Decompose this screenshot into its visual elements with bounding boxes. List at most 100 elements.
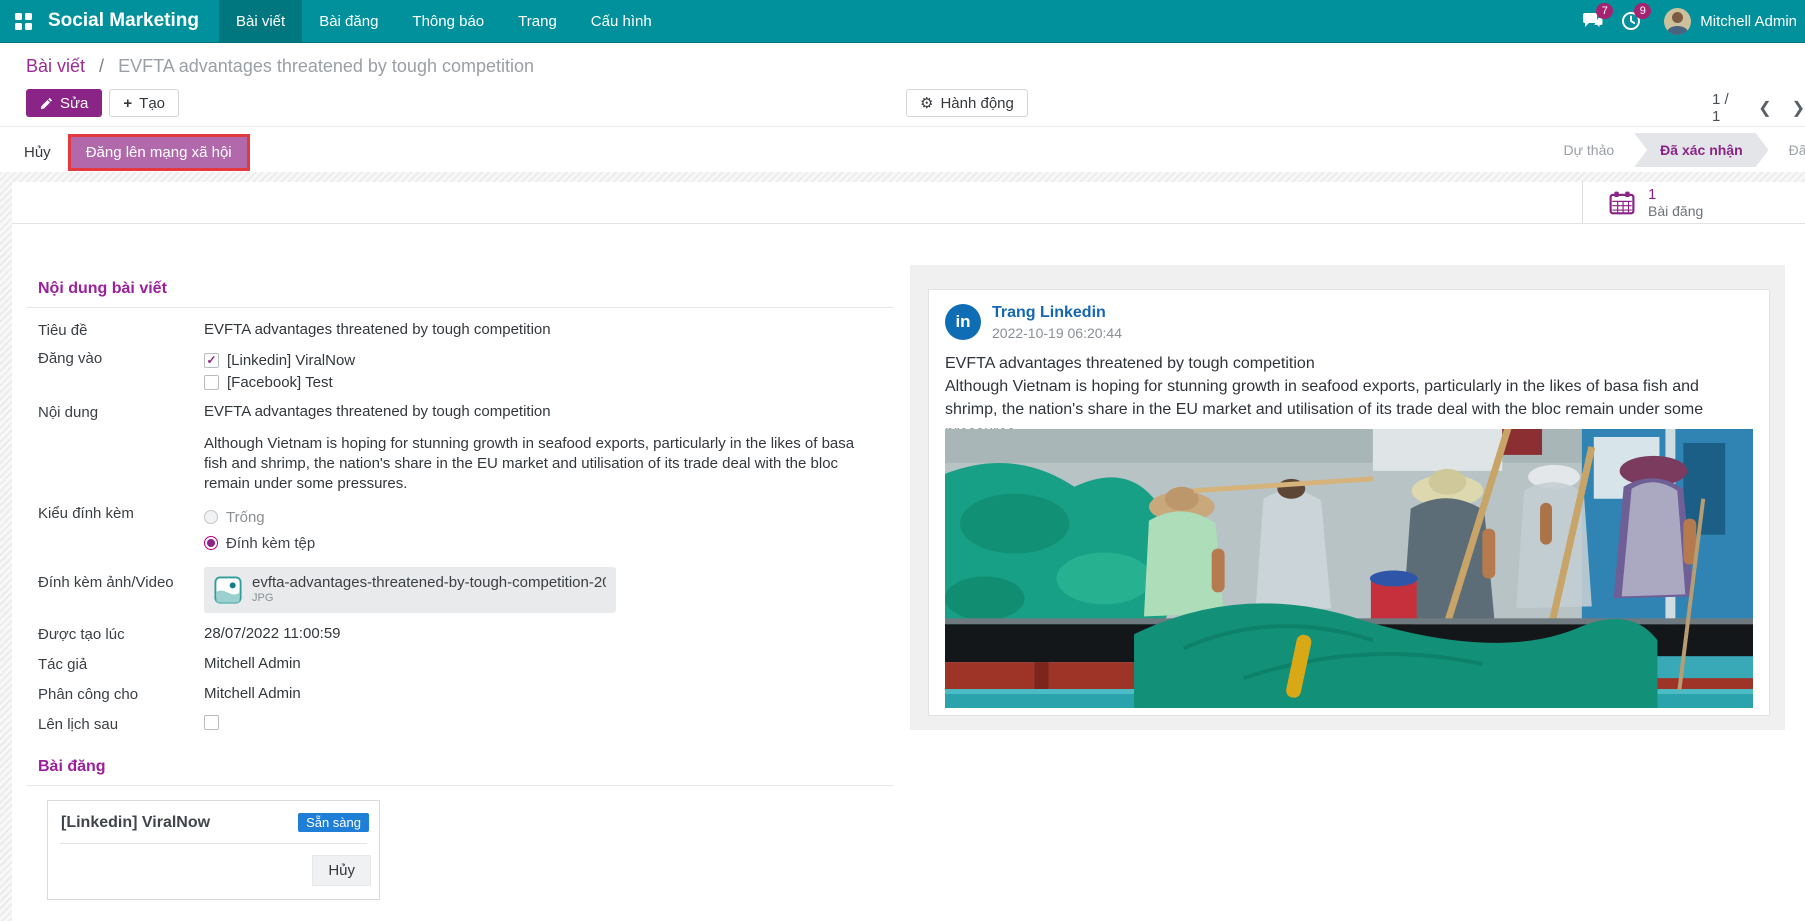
- control-panel: Bài viết / EVFTA advantages threatened b…: [0, 43, 1805, 126]
- plus-icon: +: [123, 95, 132, 112]
- field-content: Nội dung EVFTA advantages threatened by …: [38, 403, 894, 494]
- account-option-label: [Linkedin] ViralNow: [227, 352, 355, 369]
- form-background: 1 Bài đăng Nội dung bài viết Tiêu đề EVF…: [0, 172, 1805, 921]
- annotation-highlight: Đăng lên mạng xã hội: [68, 134, 250, 171]
- pager-value: 1 / 1: [1712, 91, 1738, 125]
- preview-message-line1: EVFTA advantages threatened by tough com…: [945, 352, 1753, 375]
- status-steps: Dự thảo Đã xác nhận Đã hủy: [1544, 133, 1805, 167]
- post-cancel-button[interactable]: Hủy: [312, 855, 371, 886]
- linkedin-icon: in: [945, 304, 981, 340]
- step-da-huy[interactable]: Đã hủy: [1769, 133, 1805, 167]
- account-option-facebook: [Facebook] Test: [204, 371, 355, 393]
- form-buttons: Sửa + Tạo: [26, 89, 179, 117]
- section-title-posts: Bài đăng: [26, 758, 894, 786]
- messages-icon[interactable]: 7: [1574, 0, 1612, 43]
- pager-previous-icon[interactable]: ❮: [1758, 98, 1771, 118]
- main-menu: Bài viết Bài đăng Thông báo Trang Cấu hì…: [219, 0, 669, 42]
- status-badge: Sẵn sàng: [298, 813, 369, 832]
- content-line1: EVFTA advantages threatened by tough com…: [204, 403, 876, 420]
- field-post-on: Đăng vào ✓ [Linkedin] ViralNow [Facebook…: [38, 349, 894, 393]
- schedule-later-checkbox[interactable]: [204, 715, 219, 730]
- step-da-xac-nhan[interactable]: Đã xác nhận: [1634, 133, 1768, 167]
- menu-bai-dang[interactable]: Bài đăng: [302, 0, 395, 42]
- edit-button[interactable]: Sửa: [26, 89, 102, 117]
- field-title-value: EVFTA advantages threatened by tough com…: [204, 321, 551, 339]
- pager-next-icon[interactable]: ❯: [1792, 98, 1805, 118]
- attach-type-option-label: Trống: [226, 509, 265, 526]
- field-attach-type: Kiểu đính kèm Trống Đính kèm tệp: [38, 504, 894, 556]
- image-file-icon: [214, 575, 242, 605]
- stat-label: Bài đăng: [1648, 203, 1703, 219]
- radio-selected[interactable]: [204, 536, 218, 550]
- linkedin-preview-card: in Trang Linkedin 2022-10-19 06:20:44 EV…: [928, 289, 1770, 716]
- assigned-to-link[interactable]: Mitchell Admin: [204, 685, 301, 703]
- checkbox-unchecked[interactable]: [204, 375, 219, 390]
- breadcrumb-parent[interactable]: Bài viết: [26, 56, 85, 76]
- field-created-on: Được tạo lúc 28/07/2022 11:00:59: [38, 625, 894, 643]
- attach-type-option-empty: Trống: [204, 504, 315, 530]
- menu-thong-bao[interactable]: Thông báo: [395, 0, 501, 42]
- preview-timestamp: 2022-10-19 06:20:44: [992, 325, 1122, 341]
- fishermen-photo-illustration: [945, 429, 1753, 708]
- navbar-right: 7 9 Mitchell Admin: [1574, 0, 1805, 42]
- field-created-on-value: 28/07/2022 11:00:59: [204, 625, 341, 643]
- activities-badge: 9: [1634, 3, 1651, 19]
- attach-type-option-file: Đính kèm tệp: [204, 530, 315, 556]
- content-line2: Although Vietnam is hoping for stunning …: [204, 434, 876, 494]
- post-image: [945, 429, 1753, 708]
- preview-header: in Trang Linkedin 2022-10-19 06:20:44: [945, 304, 1753, 341]
- activities-icon[interactable]: 9: [1612, 0, 1650, 43]
- statusbar-buttons: Hủy Đăng lên mạng xã hội: [10, 134, 250, 171]
- field-schedule-later-label: Lên lịch sau: [38, 715, 204, 734]
- field-content-label: Nội dung: [38, 403, 204, 494]
- action-menu-button[interactable]: ⚙ Hành động: [906, 89, 1028, 117]
- user-avatar: [1664, 8, 1691, 35]
- post-to-social-button[interactable]: Đăng lên mạng xã hội: [71, 137, 247, 168]
- cancel-button[interactable]: Hủy: [10, 137, 65, 168]
- apps-menu-icon[interactable]: [0, 0, 46, 42]
- menu-trang[interactable]: Trang: [501, 0, 574, 42]
- author-link[interactable]: Mitchell Admin: [204, 655, 301, 673]
- field-attachment-label: Đính kèm ảnh/Video: [38, 566, 204, 613]
- messages-badge: 7: [1596, 3, 1613, 19]
- app-brand[interactable]: Social Marketing: [46, 0, 219, 42]
- posts-section: Bài đăng [Linkedin] ViralNow Sẵn sàng Hủ…: [26, 758, 894, 900]
- field-assigned-to-label: Phân công cho: [38, 685, 204, 703]
- user-menu[interactable]: Mitchell Admin: [1650, 8, 1805, 35]
- radio-unselected[interactable]: [204, 510, 218, 524]
- step-du-thao[interactable]: Dự thảo: [1544, 133, 1635, 167]
- field-schedule-later: Lên lịch sau: [38, 715, 894, 734]
- stat-value: 1: [1648, 186, 1703, 203]
- page: Social Marketing Bài viết Bài đăng Thông…: [0, 0, 1805, 921]
- attachment-name: evfta-advantages-threatened-by-tough-com…: [252, 574, 606, 592]
- posts-stat-button[interactable]: 1 Bài đăng: [1582, 182, 1805, 223]
- field-title-label: Tiêu đề: [38, 321, 204, 339]
- calendar-icon: [1609, 191, 1635, 215]
- menu-bai-viet[interactable]: Bài viết: [219, 0, 302, 42]
- menu-cau-hinh[interactable]: Cấu hình: [574, 0, 669, 42]
- breadcrumb-current: EVFTA advantages threatened by tough com…: [118, 56, 534, 76]
- pager: 1 / 1 ❮ ❯: [1712, 91, 1805, 125]
- gear-icon: ⚙: [920, 96, 933, 111]
- field-author-label: Tác giả: [38, 655, 204, 673]
- user-name: Mitchell Admin: [1700, 13, 1797, 30]
- post-card[interactable]: [Linkedin] ViralNow Sẵn sàng Hủy: [47, 800, 380, 900]
- post-preview-panel: in Trang Linkedin 2022-10-19 06:20:44 EV…: [910, 265, 1785, 730]
- field-post-on-label: Đăng vào: [38, 349, 204, 393]
- breadcrumb: Bài viết / EVFTA advantages threatened b…: [26, 56, 534, 77]
- account-option-label: [Facebook] Test: [227, 374, 333, 391]
- field-assigned-to: Phân công cho Mitchell Admin: [38, 685, 894, 703]
- attachment-chip[interactable]: evfta-advantages-threatened-by-tough-com…: [204, 567, 616, 613]
- breadcrumb-separator: /: [99, 56, 104, 76]
- button-box-row: 1 Bài đăng: [12, 182, 1805, 224]
- form-sheet: 1 Bài đăng Nội dung bài viết Tiêu đề EVF…: [12, 182, 1805, 921]
- form-column: Nội dung bài viết Tiêu đề EVFTA advantag…: [26, 280, 894, 900]
- field-title: Tiêu đề EVFTA advantages threatened by t…: [38, 321, 894, 339]
- attach-type-option-label: Đính kèm tệp: [226, 535, 315, 552]
- attachment-type: JPG: [252, 592, 606, 605]
- checkbox-checked[interactable]: ✓: [204, 353, 219, 368]
- create-button[interactable]: + Tạo: [109, 89, 179, 117]
- field-attach-type-label: Kiểu đính kèm: [38, 504, 204, 556]
- statusbar: Hủy Đăng lên mạng xã hội Dự thảo Đã xác …: [0, 126, 1805, 172]
- field-attachment: Đính kèm ảnh/Video evfta-advantages-thre…: [38, 566, 894, 613]
